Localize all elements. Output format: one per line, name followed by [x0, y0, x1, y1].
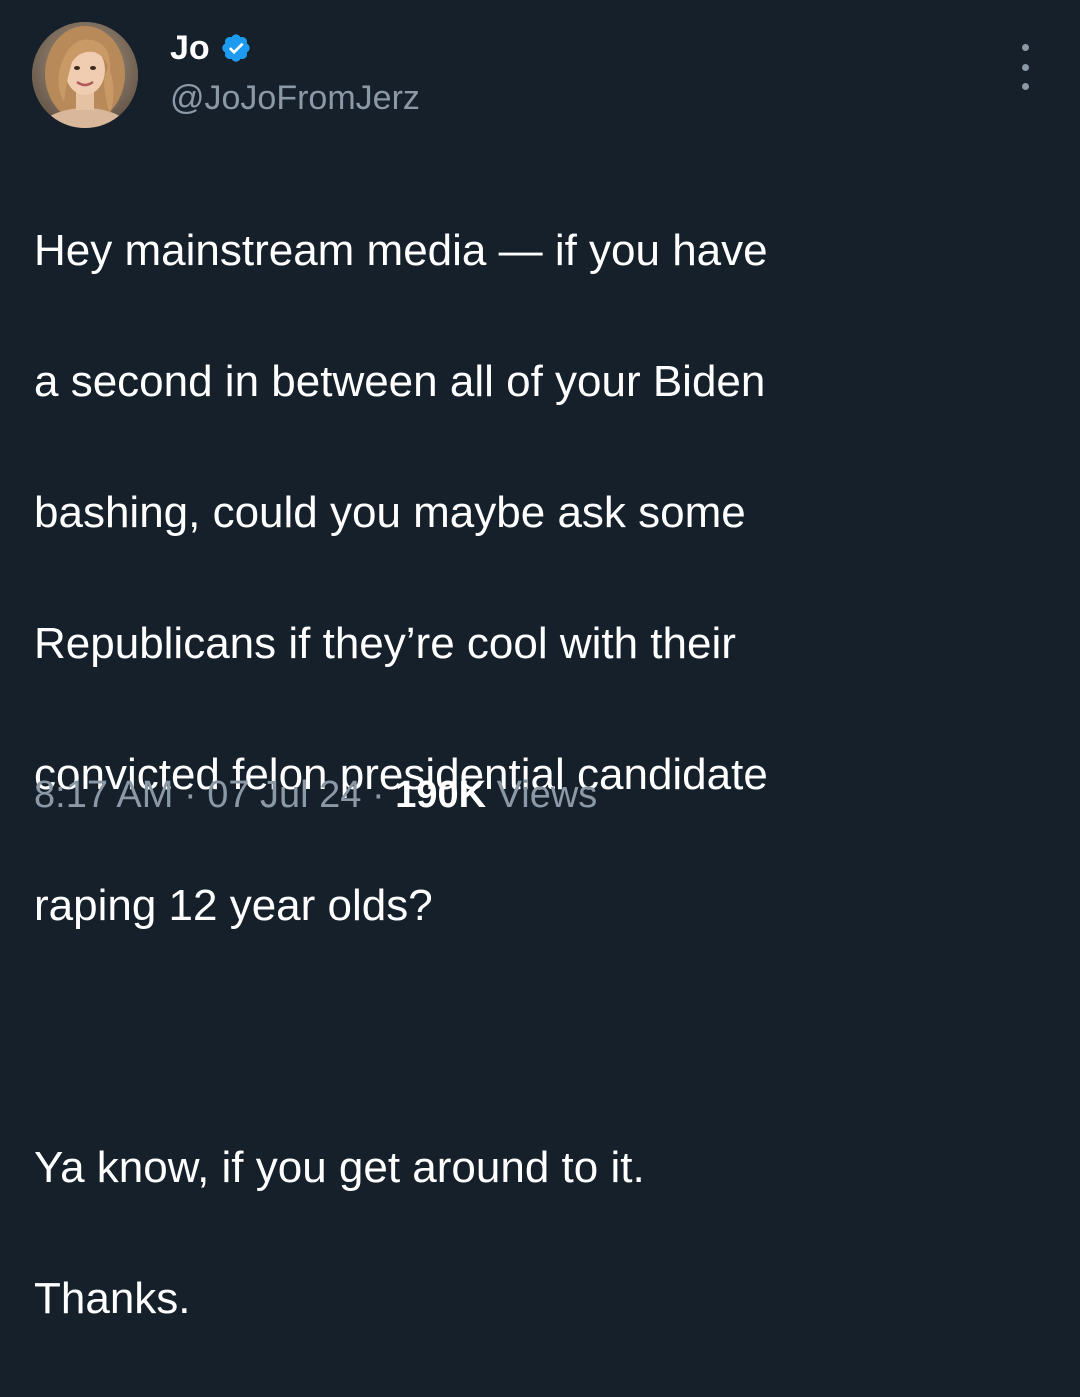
more-dot	[1021, 63, 1029, 71]
avatar[interactable]	[32, 22, 138, 128]
tweet-meta: 8:17 AM · 07 Jul 24 · 190K Views	[34, 770, 597, 820]
views-count[interactable]: 190K	[395, 774, 486, 816]
tweet-date[interactable]: 07 Jul 24	[207, 774, 361, 816]
tweet-line: Hey mainstream media — if you have	[34, 225, 768, 275]
views-label: Views	[496, 774, 598, 816]
tweet-line: Thanks.	[34, 1273, 191, 1323]
tweet-line: bashing, could you maybe ask some	[34, 487, 746, 537]
author-name-row[interactable]: Jo	[170, 26, 252, 70]
more-dot	[1021, 83, 1029, 90]
author-handle[interactable]: @JoJoFromJerz	[170, 76, 420, 120]
tweet-line: raping 12 year olds?	[34, 880, 433, 930]
avatar-photo	[32, 22, 138, 128]
verified-badge-icon[interactable]	[220, 32, 252, 64]
tweet-card: Jo @JoJoFromJerz Hey mainstream media — …	[0, 0, 1080, 1323]
tweet-line: Republicans if they’re cool with their	[34, 618, 736, 668]
meta-separator: ·	[173, 774, 208, 816]
author-display-name[interactable]: Jo	[170, 26, 210, 70]
more-dot	[1021, 44, 1029, 51]
tweet-line: a second in between all of your Biden	[34, 356, 766, 406]
more-options-icon[interactable]	[1010, 44, 1040, 90]
meta-separator: ·	[361, 774, 396, 816]
tweet-time[interactable]: 8:17 AM	[34, 774, 173, 816]
tweet-line: Ya know, if you get around to it.	[34, 1142, 645, 1192]
